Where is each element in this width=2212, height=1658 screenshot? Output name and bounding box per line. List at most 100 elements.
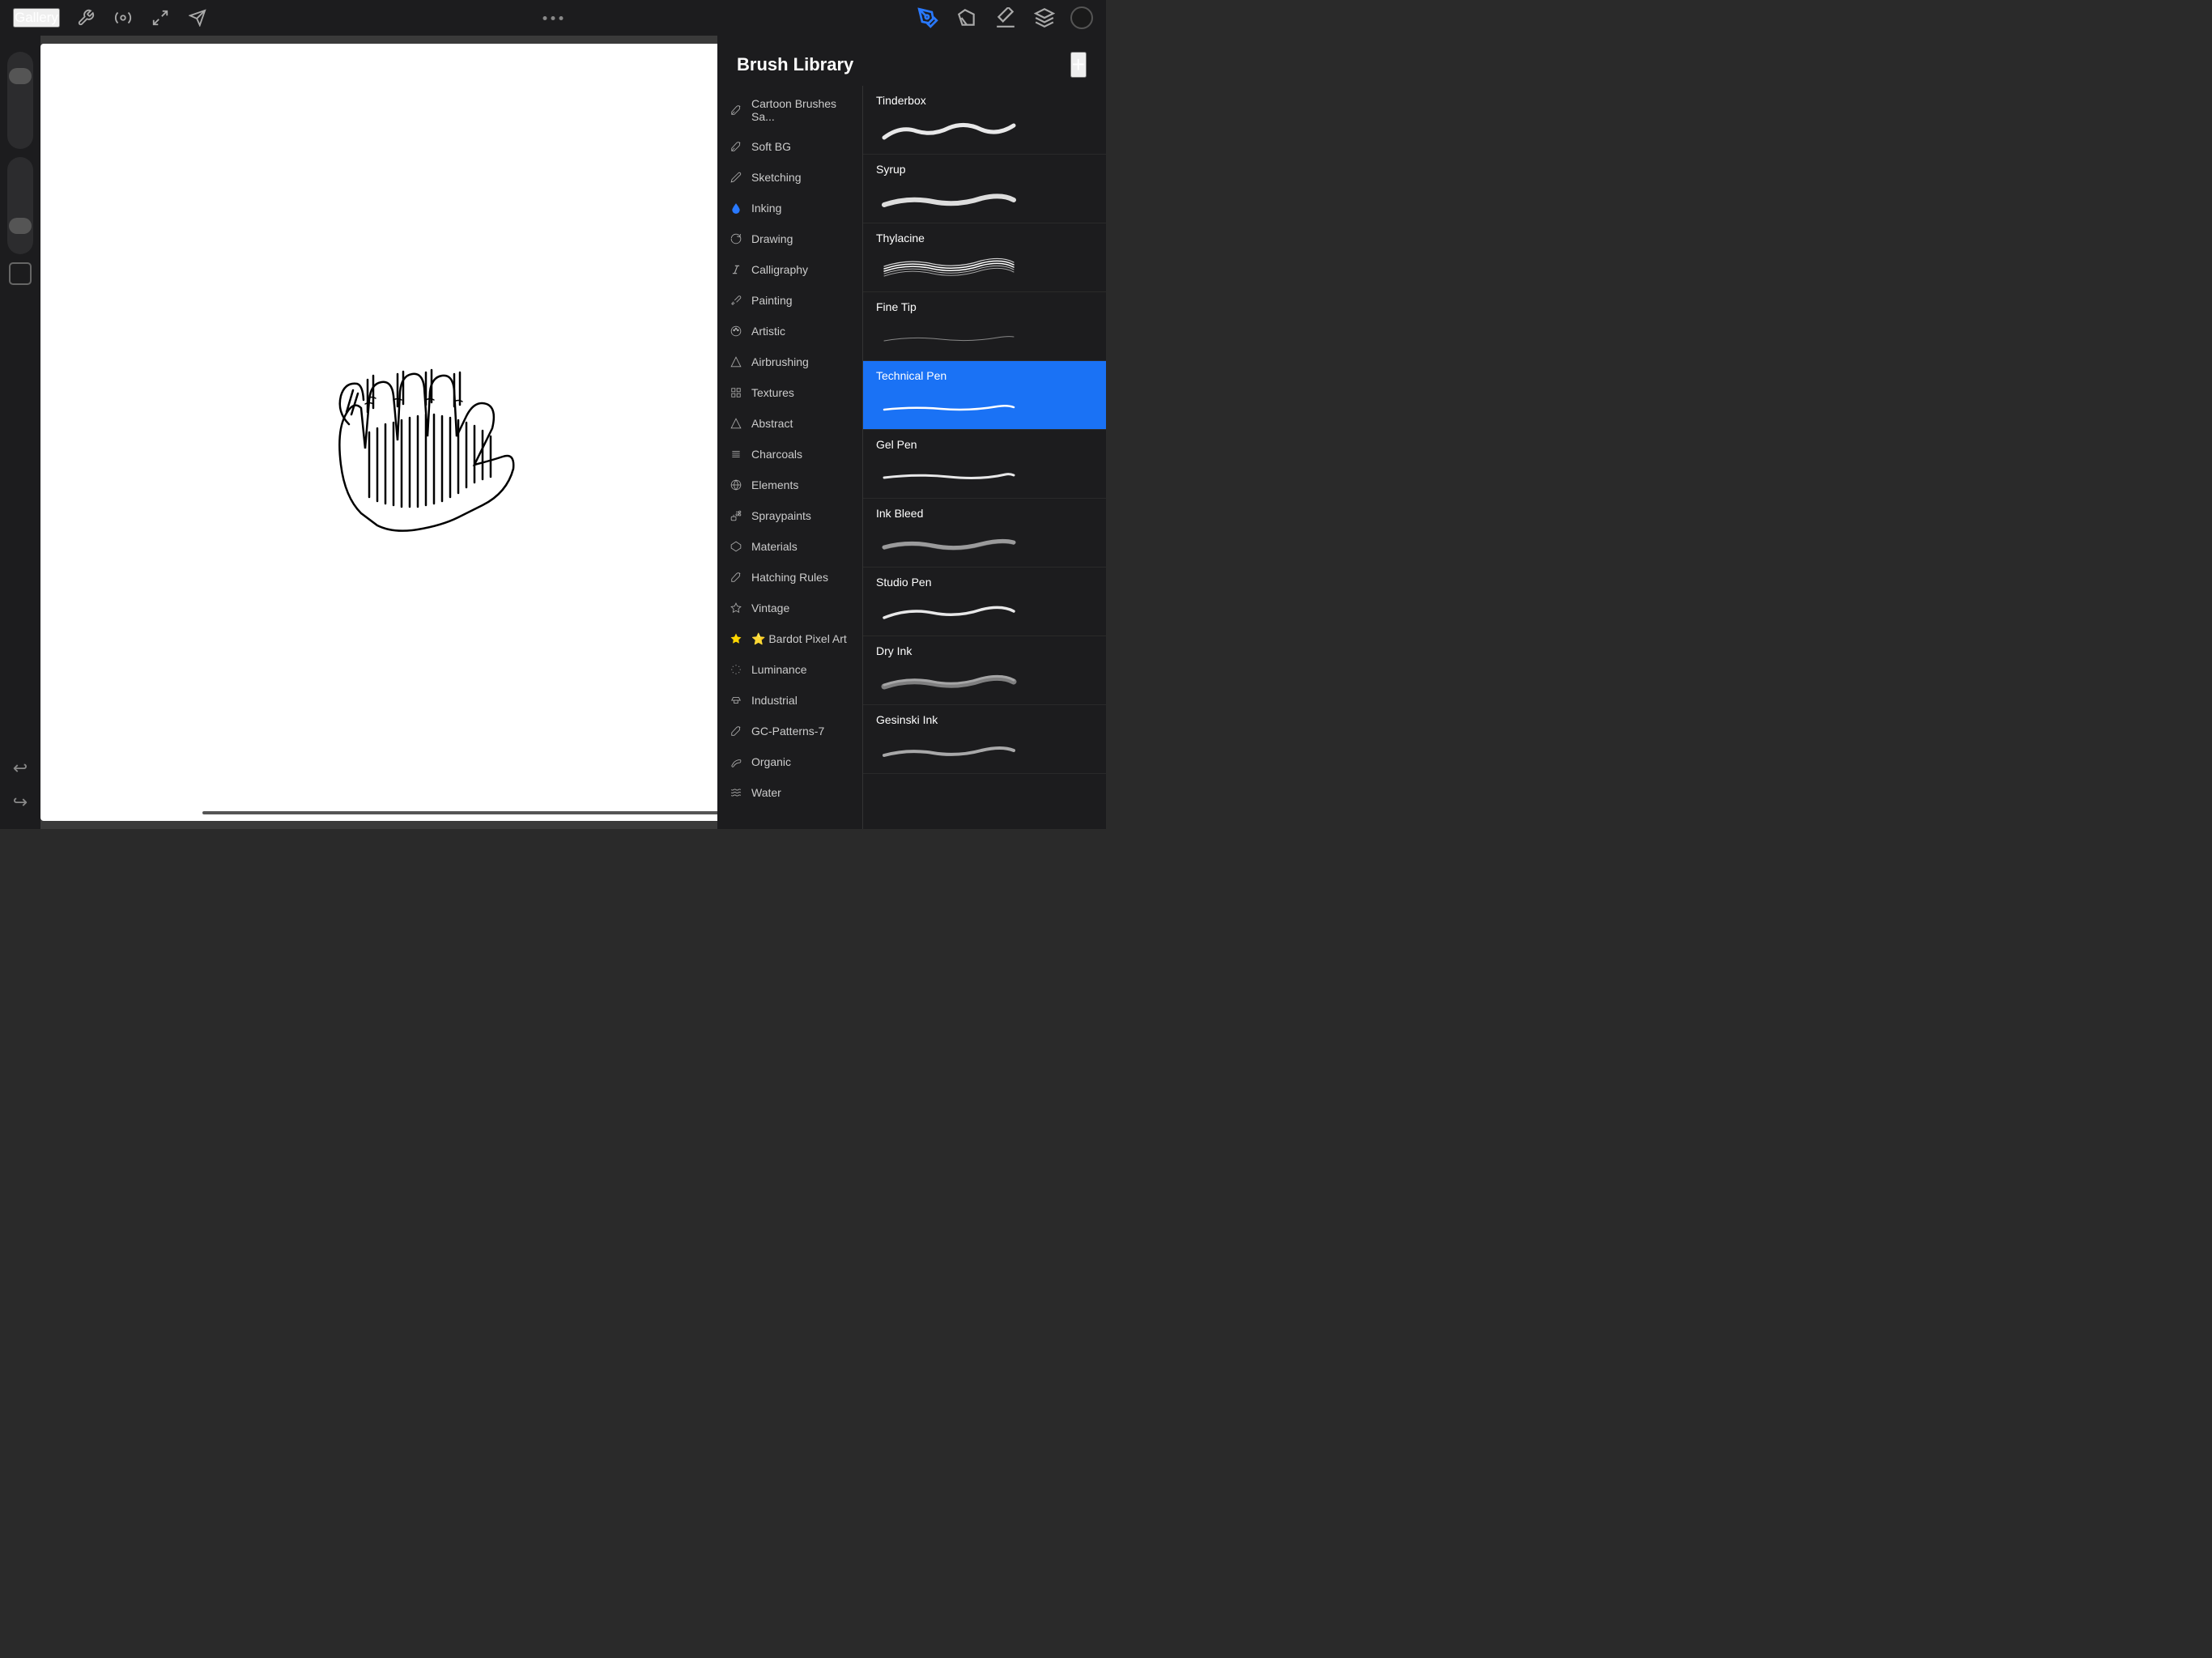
brush-name-finetip: Fine Tip bbox=[876, 300, 1093, 313]
category-item-airbrushing[interactable]: Airbrushing bbox=[717, 346, 862, 377]
category-icon-charcoals bbox=[729, 447, 743, 461]
category-item-sketching[interactable]: Sketching bbox=[717, 162, 862, 193]
brush-item-dryink[interactable]: Dry Ink bbox=[863, 636, 1106, 705]
category-name-inking: Inking bbox=[751, 202, 781, 215]
redo-button[interactable]: ↪ bbox=[13, 792, 28, 813]
category-item-bardot[interactable]: ⭐ Bardot Pixel Art bbox=[717, 623, 862, 654]
brush-preview-syrup bbox=[876, 182, 1093, 215]
category-name-vintage: Vintage bbox=[751, 602, 789, 614]
category-icon-cartoon bbox=[729, 103, 743, 117]
category-item-water[interactable]: Water bbox=[717, 777, 862, 808]
brush-library-panel: Brush Library + Cartoon Brushes Sa... Sof… bbox=[717, 36, 1106, 829]
category-item-gcpatterns[interactable]: GC-Patterns-7 bbox=[717, 716, 862, 746]
category-item-artistic[interactable]: Artistic bbox=[717, 316, 862, 346]
category-name-elements: Elements bbox=[751, 478, 798, 491]
brush-name-dryink: Dry Ink bbox=[876, 644, 1093, 657]
category-icon-materials bbox=[729, 539, 743, 554]
category-item-spraypaints[interactable]: Spraypaints bbox=[717, 500, 862, 531]
category-name-luminance: Luminance bbox=[751, 663, 807, 676]
smudge-tool[interactable] bbox=[954, 5, 980, 31]
category-name-calligraphy: Calligraphy bbox=[751, 263, 808, 276]
dot3 bbox=[559, 16, 564, 20]
color-picker[interactable] bbox=[1070, 6, 1093, 29]
brush-preview-gesinski bbox=[876, 733, 1093, 765]
brush-item-thylacine[interactable]: Thylacine bbox=[863, 223, 1106, 292]
category-name-hatching: Hatching Rules bbox=[751, 571, 828, 584]
category-item-luminance[interactable]: Luminance bbox=[717, 654, 862, 685]
brush-preview-studiopen bbox=[876, 595, 1093, 627]
category-icon-hatching bbox=[729, 570, 743, 585]
brush-preview-finetip bbox=[876, 320, 1093, 352]
brush-library-title: Brush Library bbox=[737, 54, 853, 75]
transform-icon[interactable] bbox=[149, 6, 172, 29]
brush-item-syrup[interactable]: Syrup bbox=[863, 155, 1106, 223]
brush-list: Tinderbox Syrup Thylacine Fine Tip Technica… bbox=[863, 86, 1106, 829]
brush-item-studiopen[interactable]: Studio Pen bbox=[863, 568, 1106, 636]
category-name-drawing: Drawing bbox=[751, 232, 793, 245]
category-name-spraypaints: Spraypaints bbox=[751, 509, 811, 522]
category-icon-elements bbox=[729, 478, 743, 492]
category-item-charcoals[interactable]: Charcoals bbox=[717, 439, 862, 470]
category-item-abstract[interactable]: Abstract bbox=[717, 408, 862, 439]
category-item-textures[interactable]: Textures bbox=[717, 377, 862, 408]
category-name-painting: Painting bbox=[751, 294, 793, 307]
category-icon-gcpatterns bbox=[729, 724, 743, 738]
top-toolbar: Gallery bbox=[0, 0, 1106, 36]
eraser-tool[interactable] bbox=[993, 5, 1019, 31]
category-item-hatching[interactable]: Hatching Rules bbox=[717, 562, 862, 593]
category-icon-inking bbox=[729, 201, 743, 215]
category-item-inking[interactable]: Inking bbox=[717, 193, 862, 223]
category-item-vintage[interactable]: Vintage bbox=[717, 593, 862, 623]
brush-item-technical[interactable]: Technical Pen bbox=[863, 361, 1106, 430]
arrow-icon[interactable] bbox=[112, 6, 134, 29]
category-icon-industrial bbox=[729, 693, 743, 708]
gallery-button[interactable]: Gallery bbox=[13, 8, 60, 28]
category-item-softbg[interactable]: Soft BG bbox=[717, 131, 862, 162]
sidebar-bottom: ↩ ↪ bbox=[13, 758, 28, 813]
brush-size-thumb[interactable] bbox=[9, 68, 32, 84]
toolbar-center bbox=[543, 16, 564, 20]
send-icon[interactable] bbox=[186, 6, 209, 29]
category-name-gcpatterns: GC-Patterns-7 bbox=[751, 725, 824, 738]
category-icon-bardot bbox=[729, 631, 743, 646]
opacity-slider[interactable] bbox=[7, 157, 33, 254]
brush-name-studiopen: Studio Pen bbox=[876, 576, 1093, 589]
brush-library-header: Brush Library + bbox=[717, 36, 1106, 86]
wrench-icon[interactable] bbox=[74, 6, 97, 29]
hand-illustration bbox=[296, 287, 669, 578]
brush-item-tinderbox[interactable]: Tinderbox bbox=[863, 86, 1106, 155]
category-icon-vintage bbox=[729, 601, 743, 615]
brush-preview-inkbleed bbox=[876, 526, 1093, 559]
undo-button[interactable]: ↩ bbox=[13, 758, 28, 779]
brush-name-technical: Technical Pen bbox=[876, 369, 1093, 382]
category-item-materials[interactable]: Materials bbox=[717, 531, 862, 562]
brush-preview-dryink bbox=[876, 664, 1093, 696]
category-name-textures: Textures bbox=[751, 386, 794, 399]
brush-item-finetip[interactable]: Fine Tip bbox=[863, 292, 1106, 361]
category-item-painting[interactable]: Painting bbox=[717, 285, 862, 316]
toolbar-left: Gallery bbox=[13, 6, 209, 29]
category-item-industrial[interactable]: Industrial bbox=[717, 685, 862, 716]
brush-item-inkbleed[interactable]: Ink Bleed bbox=[863, 499, 1106, 568]
category-name-sketching: Sketching bbox=[751, 171, 801, 184]
category-name-softbg: Soft BG bbox=[751, 140, 791, 153]
category-item-organic[interactable]: Organic bbox=[717, 746, 862, 777]
category-item-drawing[interactable]: Drawing bbox=[717, 223, 862, 254]
category-item-calligraphy[interactable]: Calligraphy bbox=[717, 254, 862, 285]
pen-tool[interactable] bbox=[915, 5, 941, 31]
add-brush-button[interactable]: + bbox=[1070, 52, 1087, 78]
square-control[interactable] bbox=[9, 262, 32, 285]
brush-item-gelpen[interactable]: Gel Pen bbox=[863, 430, 1106, 499]
brush-name-gelpen: Gel Pen bbox=[876, 438, 1093, 451]
category-item-elements[interactable]: Elements bbox=[717, 470, 862, 500]
category-icon-spraypaints bbox=[729, 508, 743, 523]
category-name-water: Water bbox=[751, 786, 781, 799]
opacity-thumb[interactable] bbox=[9, 218, 32, 234]
category-icon-abstract bbox=[729, 416, 743, 431]
brush-size-slider[interactable] bbox=[7, 52, 33, 149]
brush-name-syrup: Syrup bbox=[876, 163, 1093, 176]
layers-tool[interactable] bbox=[1032, 5, 1057, 31]
category-item-cartoon[interactable]: Cartoon Brushes Sa... bbox=[717, 89, 862, 131]
category-icon-water bbox=[729, 785, 743, 800]
brush-item-gesinski[interactable]: Gesinski Ink bbox=[863, 705, 1106, 774]
